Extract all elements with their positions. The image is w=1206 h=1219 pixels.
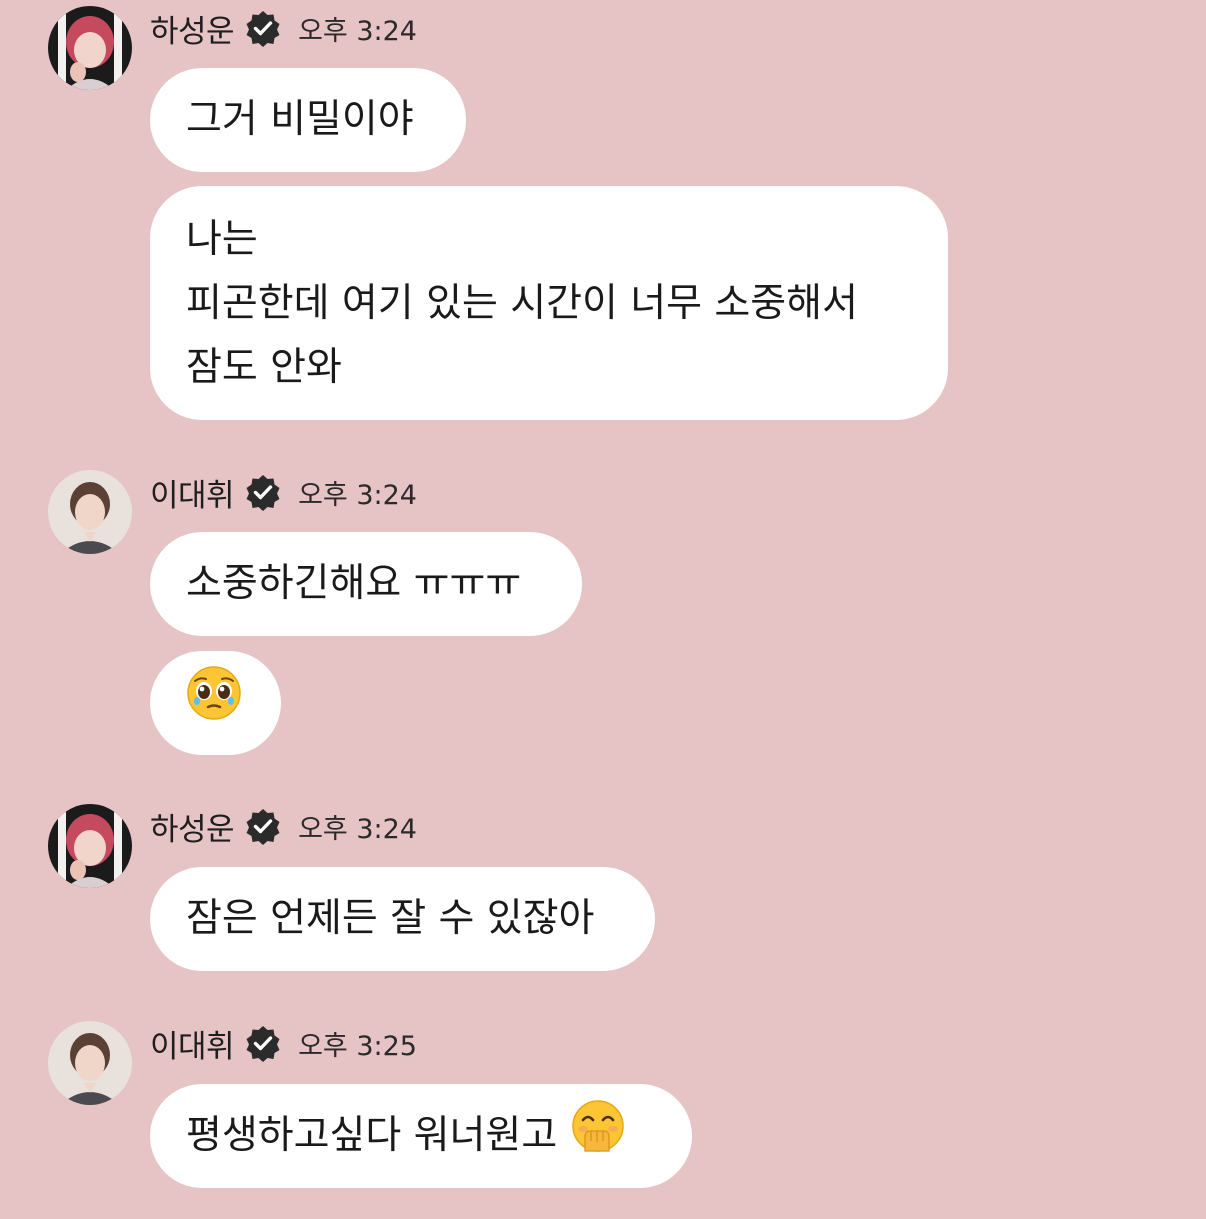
verified-badge-icon: [244, 473, 282, 511]
pleading-face-emoji: [186, 665, 242, 741]
timestamp: 오후 3:25: [298, 1030, 417, 1062]
verified-badge-icon: [244, 807, 282, 845]
message-bubble[interactable]: 그거 비밀이야: [150, 68, 466, 172]
message-text: 그거 비밀이야: [186, 97, 414, 142]
sender-name[interactable]: 이대휘: [150, 470, 235, 515]
message-header: 하성운 오후 3:24: [150, 6, 417, 51]
message-bubble[interactable]: 평생하고싶다 워너원고: [150, 1084, 692, 1188]
message-bubble[interactable]: 잠은 언제든 잘 수 있잖아: [150, 867, 655, 971]
message-bubble[interactable]: 나는 피곤한데 여기 있는 시간이 너무 소중해서 잠도 안와: [150, 186, 948, 420]
message-text-line: 잠도 안와: [186, 345, 342, 390]
verified-badge-icon: [244, 1024, 282, 1062]
message-text-line: 나는: [186, 217, 258, 262]
message-text-line: 피곤한데 여기 있는 시간이 너무 소중해서: [186, 281, 858, 326]
message-text: 소중하긴해요 ㅠㅠㅠ: [186, 561, 522, 606]
sender-name[interactable]: 하성운: [150, 6, 235, 51]
message-text: 평생하고싶다 워너원고: [186, 1113, 558, 1158]
timestamp: 오후 3:24: [298, 479, 417, 511]
hand-over-mouth-emoji: [571, 1099, 625, 1173]
sender-name[interactable]: 이대휘: [150, 1021, 235, 1066]
timestamp: 오후 3:24: [298, 15, 417, 47]
message-header: 이대휘 오후 3:25: [150, 1021, 417, 1066]
timestamp: 오후 3:24: [298, 813, 417, 845]
message-header: 하성운 오후 3:24: [150, 804, 417, 849]
avatar-ha-sungwoon[interactable]: [48, 804, 132, 888]
verified-badge-icon: [244, 9, 282, 47]
message-header: 이대휘 오후 3:24: [150, 470, 417, 515]
message-bubble[interactable]: [150, 651, 281, 755]
avatar-ha-sungwoon[interactable]: [48, 6, 132, 90]
sender-name[interactable]: 하성운: [150, 804, 235, 849]
avatar-lee-daehwi[interactable]: [48, 1021, 132, 1105]
avatar-lee-daehwi[interactable]: [48, 470, 132, 554]
message-bubble[interactable]: 소중하긴해요 ㅠㅠㅠ: [150, 532, 582, 636]
message-text: 잠은 언제든 잘 수 있잖아: [186, 896, 595, 941]
